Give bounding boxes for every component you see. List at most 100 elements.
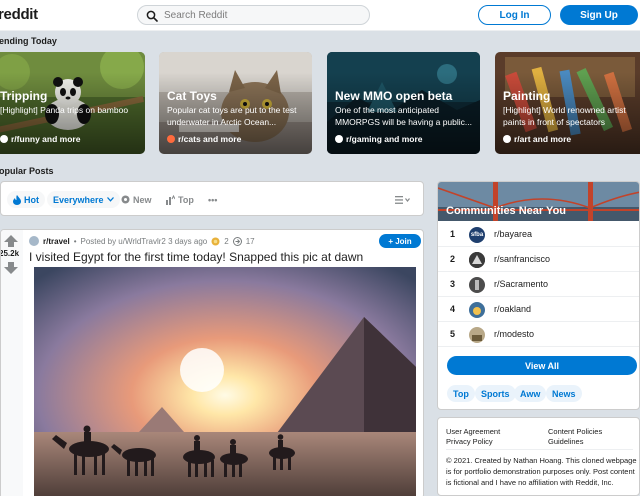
card-subreddit: r/art and more	[503, 134, 571, 144]
privacy-policy-link[interactable]: Privacy Policy	[446, 437, 493, 446]
sort-hot-label: Hot	[24, 194, 39, 205]
vote-count: 25.2k	[0, 249, 20, 258]
sort-top-label: Top	[178, 194, 194, 205]
post-title[interactable]: I visited Egypt for the first time today…	[29, 250, 363, 264]
community-rank: 2	[450, 254, 456, 264]
community-row[interactable]: 5 r/modesto	[438, 322, 639, 347]
community-rank: 3	[450, 279, 456, 289]
award-count: 2	[224, 236, 229, 246]
card-title: New MMO open beta	[335, 89, 453, 103]
vote-column: 25.2k	[1, 230, 23, 496]
join-button[interactable]: + Join	[379, 234, 421, 248]
upvote-arrow-icon[interactable]	[4, 235, 18, 247]
subreddit-icon	[335, 135, 343, 143]
share-count: 17	[245, 236, 255, 246]
chip-sports[interactable]: Sports	[475, 385, 516, 402]
post-meta: r/travel • Posted by u/WrldTravlr2 3 day…	[29, 235, 255, 247]
search-bar[interactable]	[137, 5, 370, 25]
community-name[interactable]: r/Sacramento	[494, 279, 548, 289]
share-icon	[232, 236, 242, 246]
community-name[interactable]: r/bayarea	[494, 229, 532, 239]
more-options-label: •••	[208, 194, 218, 205]
sort-new-button[interactable]: New	[121, 191, 152, 208]
community-icon: sfba	[469, 227, 485, 243]
trending-card-tripping[interactable]: Tripping [Highlight] Panda trips on bamb…	[0, 52, 145, 154]
view-mode-icon	[395, 195, 410, 204]
award-icon	[211, 237, 220, 245]
community-name[interactable]: r/oakland	[494, 304, 531, 314]
card-subreddit: r/funny and more	[0, 134, 80, 144]
signup-button[interactable]: Sign Up	[560, 5, 638, 25]
card-subreddit: r/cats and more	[167, 134, 241, 144]
card-title: Tripping	[0, 89, 48, 103]
card-subreddit: r/gaming and more	[335, 134, 423, 144]
communities-widget: Communities Near You 1 sfba r/bayarea 2 …	[437, 181, 640, 410]
sort-hot-button[interactable]: Hot	[7, 191, 45, 208]
community-name[interactable]: r/sanfrancisco	[494, 254, 550, 264]
community-row[interactable]: 2 r/sanfrancisco	[438, 247, 639, 272]
login-button[interactable]: Log In	[478, 5, 551, 25]
community-icon	[469, 252, 485, 268]
meta-separator: •	[73, 236, 77, 246]
popular-posts-label: opular Posts	[0, 166, 54, 176]
card-subreddit-label: r/cats and more	[178, 134, 242, 144]
community-row[interactable]: 1 sfba r/bayarea	[438, 222, 639, 247]
user-agreement-link[interactable]: User Agreement	[446, 427, 500, 436]
trending-card-painting[interactable]: Painting [Highlight] World renowned arti…	[495, 52, 640, 154]
top-header: reddit Log In Sign Up	[0, 0, 640, 31]
trending-card-mmo[interactable]: New MMO open beta One of the most antici…	[327, 52, 480, 154]
card-subreddit-label: r/art and more	[514, 134, 572, 144]
sort-new-label: New	[133, 194, 152, 205]
community-rank: 1	[450, 229, 456, 239]
reddit-logo[interactable]: reddit	[0, 6, 38, 23]
community-rank: 5	[450, 329, 456, 339]
chip-aww[interactable]: Aww	[514, 385, 547, 402]
guidelines-link[interactable]: Guidelines	[548, 437, 583, 446]
footer-divider	[446, 449, 633, 450]
community-icon	[469, 302, 485, 318]
subreddit-icon	[167, 135, 175, 143]
community-row[interactable]: 4 r/oakland	[438, 297, 639, 322]
sort-top-button[interactable]: Top	[165, 191, 194, 208]
search-icon	[146, 10, 158, 22]
chip-news[interactable]: News	[546, 385, 582, 402]
community-rank: 4	[450, 304, 456, 314]
view-mode-dropdown[interactable]	[395, 191, 411, 208]
subreddit-icon	[29, 236, 39, 246]
card-description: One of the most anticipated MMORPGS will…	[335, 105, 472, 127]
more-options-button[interactable]: •••	[208, 191, 217, 208]
card-description: Popular cat toys are put to the test und…	[167, 105, 297, 127]
bar-chart-icon	[166, 194, 175, 205]
subreddit-icon	[0, 135, 8, 143]
location-label: Everywhere	[53, 194, 104, 205]
content-policies-link[interactable]: Content Policies	[548, 427, 602, 436]
community-icon	[469, 277, 485, 293]
downvote-arrow-icon[interactable]	[4, 262, 18, 274]
subreddit-icon	[503, 135, 511, 143]
chevron-down-icon	[106, 197, 114, 202]
chip-top[interactable]: Top	[447, 385, 475, 402]
footer-widget: User Agreement Privacy Policy Content Po…	[437, 417, 640, 496]
copyright-text: © 2021. Created by Nathan Hoang. This cl…	[446, 456, 637, 487]
community-row[interactable]: 3 r/Sacramento	[438, 272, 639, 297]
post-image[interactable]	[34, 267, 416, 496]
sort-bar: Hot Everywhere New Top •••	[0, 181, 424, 216]
card-subreddit-label: r/funny and more	[11, 134, 81, 144]
subreddit-link[interactable]: r/travel	[43, 237, 70, 246]
communities-header-image: Communities Near You	[438, 182, 639, 221]
trending-card-cat-toys[interactable]: Cat Toys Popular cat toys are put to the…	[159, 52, 312, 154]
flame-icon	[13, 194, 21, 205]
sparkle-icon	[121, 195, 130, 204]
post-card[interactable]: 25.2k r/travel • Posted by u/WrldTravlr2…	[0, 229, 424, 496]
card-title: Cat Toys	[167, 89, 217, 103]
community-name[interactable]: r/modesto	[494, 329, 534, 339]
view-all-button[interactable]: View All	[447, 356, 637, 375]
community-icon	[469, 327, 485, 343]
trending-today-label: ending Today	[0, 36, 57, 46]
location-dropdown[interactable]: Everywhere	[47, 191, 120, 208]
card-title: Painting	[503, 89, 551, 103]
posted-by: Posted by u/WrldTravlr2 3 days ago	[80, 236, 208, 246]
communities-title: Communities Near You	[446, 205, 567, 217]
card-description: [Highlight] Panda trips on bamboo	[0, 105, 129, 115]
search-input[interactable]	[164, 8, 364, 23]
